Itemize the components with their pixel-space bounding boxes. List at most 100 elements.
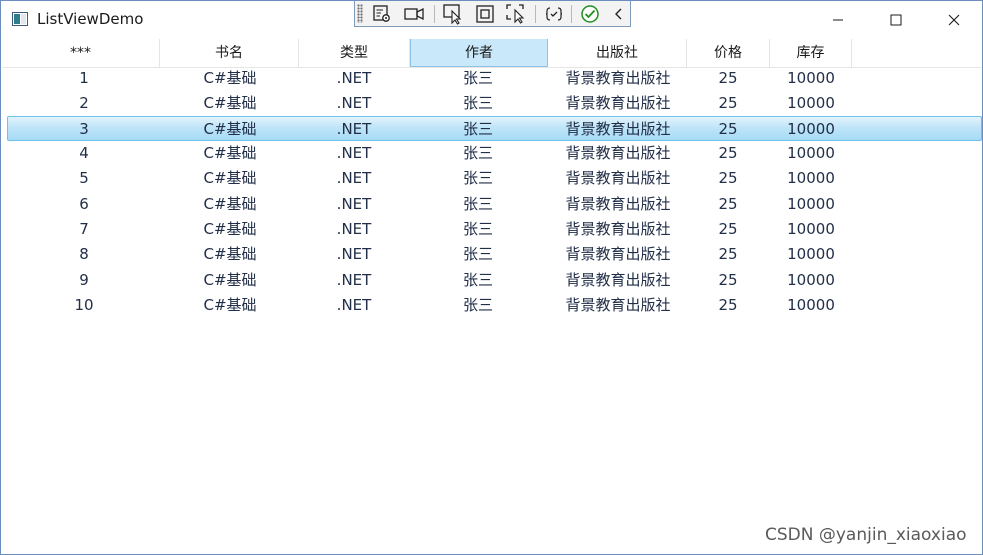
toolbar-separator [535,5,536,23]
column-header[interactable]: 书名 [160,39,299,67]
toolbar-separator [434,5,435,23]
display-layout-adorners-button[interactable] [474,3,496,25]
table-cell: 2 [79,94,89,112]
table-cell: 10000 [787,169,835,187]
check-button[interactable] [579,3,601,25]
table-cell: 8 [79,245,89,263]
track-focus-icon [506,4,525,24]
table-cell: 10000 [787,271,835,289]
table-cell: 10000 [787,296,835,314]
table-cell: C#基础 [203,195,257,213]
close-icon [948,14,960,25]
hot-reload-button[interactable] [543,3,565,25]
video-camera-icon [404,7,424,21]
table-cell: 背景教育出版社 [565,69,671,87]
table-cell: 张三 [462,144,493,162]
table-cell: 背景教育出版社 [565,195,671,213]
display-layout-adorners-icon [476,5,494,23]
table-cell: 张三 [462,195,493,213]
maximize-button[interactable] [867,1,925,38]
table-cell: .NET [336,69,372,87]
table-cell: 背景教育出版社 [565,120,671,138]
table-cell: C#基础 [203,120,257,138]
table-cell: 10000 [787,245,835,263]
table-cell: 7 [79,220,89,238]
table-cell: 1 [79,69,89,87]
column-header[interactable]: *** [2,39,160,67]
list-header: *** 书名 类型 作者 出版社 价格 库存 [2,39,982,68]
csdn-watermark: CSDN @yanjin_xiaoxiao [765,525,967,545]
table-cell: 10 [74,296,94,314]
column-header[interactable]: 类型 [299,39,410,67]
table-row[interactable]: 2 C#基础 .NET 张三 背景教育出版社 25 10000 [2,91,982,116]
check-icon [581,5,599,23]
table-cell: 5 [79,169,89,187]
table-cell: .NET [336,169,372,187]
toolbar-separator [571,5,572,23]
toolbar-grip[interactable] [357,4,363,23]
select-element-icon [443,4,462,25]
column-header[interactable]: 作者 [410,39,548,67]
table-row[interactable]: 8 C#基础 .NET 张三 背景教育出版社 25 10000 [2,242,982,267]
table-cell: 背景教育出版社 [565,144,671,162]
table-cell: .NET [336,220,372,238]
book-list-view[interactable]: *** 书名 类型 作者 出版社 价格 库存 1 C#基础 .NET 张三 背景教育出版社 25 100… [2,39,982,554]
table-cell: .NET [336,195,372,213]
table-cell: 10000 [787,220,835,238]
table-row[interactable]: 3 C#基础 .NET 张三 背景教育出版社 25 10000 [7,116,982,141]
minimize-icon [833,19,843,20]
table-cell: 10000 [787,120,835,138]
live-visual-tree-button[interactable] [371,3,393,25]
record-button[interactable] [403,3,425,25]
table-cell: 张三 [462,94,493,112]
table-cell: 10000 [787,94,835,112]
minimize-button[interactable] [809,1,867,38]
live-visual-tree-icon [373,5,390,22]
hot-reload-icon [545,7,563,21]
table-cell: 背景教育出版社 [565,169,671,187]
table-row[interactable]: 1 C#基础 .NET 张三 背景教育出版社 25 10000 [2,66,982,91]
collapse-chevron-icon [615,8,622,20]
table-row[interactable]: 7 C#基础 .NET 张三 背景教育出版社 25 10000 [2,217,982,242]
table-cell: 背景教育出版社 [565,271,671,289]
app-window-icon [12,12,28,26]
table-cell: 张三 [462,220,493,238]
table-cell: 背景教育出版社 [565,94,671,112]
table-cell: .NET [336,271,372,289]
maximize-icon [890,14,902,25]
table-cell: 4 [79,144,89,162]
table-cell: 张三 [462,296,493,314]
table-row[interactable]: 4 C#基础 .NET 张三 背景教育出版社 25 10000 [2,141,982,166]
table-cell: C#基础 [203,94,257,112]
track-focus-button[interactable] [505,3,527,25]
table-row[interactable]: 6 C#基础 .NET 张三 背景教育出版社 25 10000 [2,192,982,217]
window-title: ListViewDemo [37,10,144,28]
column-header[interactable]: 库存 [770,39,852,67]
app-window: ListViewDemo *** 书名 类型 作者 出版社 价格 库存 1 C#… [0,0,983,555]
table-cell: .NET [336,120,372,138]
table-cell: C#基础 [203,169,257,187]
table-cell: .NET [336,94,372,112]
select-element-button[interactable] [442,3,464,25]
table-cell: C#基础 [203,69,257,87]
column-header[interactable]: 出版社 [548,39,687,67]
table-cell: 背景教育出版社 [565,296,671,314]
table-cell: 3 [79,120,89,138]
collapse-toolbar-button[interactable] [608,3,630,25]
table-cell: C#基础 [203,220,257,238]
table-cell: .NET [336,296,372,314]
table-cell: 张三 [462,271,493,289]
table-cell: 背景教育出版社 [565,220,671,238]
table-cell: .NET [336,245,372,263]
table-cell: .NET [336,144,372,162]
table-cell: C#基础 [203,245,257,263]
table-row[interactable]: 10 C#基础 .NET 张三 背景教育出版社 25 10000 [2,293,982,318]
column-header[interactable]: 价格 [687,39,770,67]
close-button[interactable] [925,1,982,38]
table-cell: 张三 [462,245,493,263]
table-cell: 10000 [787,144,835,162]
table-row[interactable]: 5 C#基础 .NET 张三 背景教育出版社 25 10000 [2,166,982,191]
table-row[interactable]: 9 C#基础 .NET 张三 背景教育出版社 25 10000 [2,268,982,293]
table-cell: 张三 [462,120,493,138]
table-cell: 9 [79,271,89,289]
